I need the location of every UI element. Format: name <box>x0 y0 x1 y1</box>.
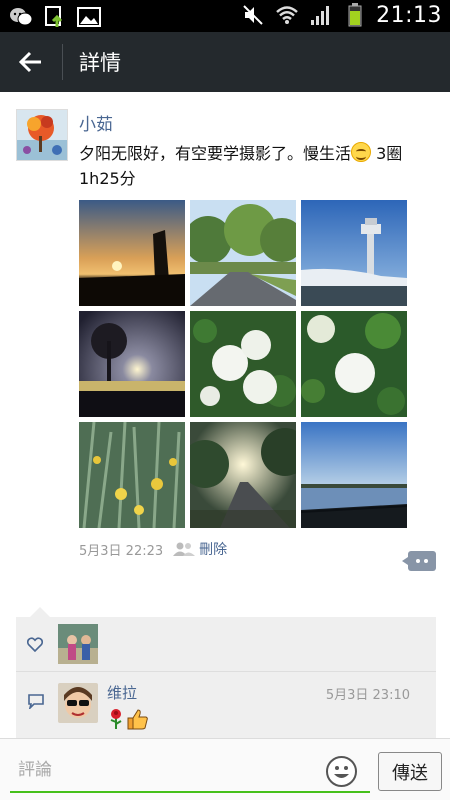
smile-emoji-icon <box>351 142 372 162</box>
comment-input-wrap <box>10 749 370 793</box>
photo-yellow-iris[interactable] <box>79 422 185 528</box>
comment-input[interactable] <box>10 749 370 793</box>
photo-grid <box>79 200 407 528</box>
arrow-left-icon <box>19 51 41 73</box>
battery-icon <box>342 2 368 28</box>
upload-icon <box>42 4 68 30</box>
liker-avatar[interactable] <box>58 624 98 664</box>
visibility-people-icon <box>173 542 196 556</box>
photo-sunset-silhouette[interactable] <box>79 200 185 306</box>
mute-icon <box>240 2 266 28</box>
post-text-main: 夕阳无限好，有空要学摄影了。慢生活 <box>79 144 352 163</box>
photo-sunlit-path[interactable] <box>190 422 296 528</box>
photo-sunset-over-water[interactable] <box>79 311 185 417</box>
wechat-notification-icon <box>8 4 34 30</box>
image-icon <box>76 4 102 30</box>
back-button[interactable] <box>0 32 62 92</box>
comment-action-button[interactable] <box>402 551 436 571</box>
commenter-name[interactable]: 维拉 <box>107 682 137 703</box>
photo-tree-lined-road[interactable] <box>190 200 296 306</box>
header-divider <box>62 44 63 80</box>
comment-composer: 傳送 <box>0 738 450 800</box>
smiley-face-icon <box>334 766 349 778</box>
comment-timestamp: 5月3日 23:10 <box>325 688 410 703</box>
speech-bubble-icon <box>28 694 44 709</box>
wifi-icon <box>274 2 300 28</box>
thumbs-up-icon <box>127 709 148 730</box>
photo-white-hydrangea[interactable] <box>190 311 296 417</box>
commenter-avatar[interactable] <box>58 683 98 723</box>
photo-observation-tower[interactable] <box>301 200 407 306</box>
status-time: 21:13 <box>376 2 442 28</box>
send-button[interactable]: 傳送 <box>378 752 442 791</box>
author-avatar[interactable] <box>16 109 68 161</box>
post-meta: 5月3日 22:23 刪除 <box>79 539 227 559</box>
comment-dot <box>416 559 420 563</box>
rose-icon <box>110 709 122 729</box>
photo-white-hydrangea-close[interactable] <box>301 311 407 417</box>
header-bar: 詳情 <box>0 32 450 92</box>
status-bar: 21:13 <box>0 0 450 32</box>
post-text: 夕阳无限好，有空要学摄影了。慢生活 3圈1h25分 <box>79 141 439 191</box>
signal-icon <box>308 2 334 28</box>
delete-link[interactable]: 刪除 <box>199 539 227 559</box>
likes-section <box>16 607 436 671</box>
post-timestamp: 5月3日 22:23 <box>79 543 164 559</box>
author-name[interactable]: 小茹 <box>79 110 113 135</box>
photo-lake-with-fence[interactable] <box>301 422 407 528</box>
emoji-button[interactable] <box>326 756 357 787</box>
comments-section: 维拉 5月3日 23:10 <box>16 672 436 738</box>
comment-body <box>107 708 149 730</box>
comment-dot <box>424 559 428 563</box>
page-title: 詳情 <box>79 51 121 75</box>
heart-outline-icon <box>27 637 43 652</box>
